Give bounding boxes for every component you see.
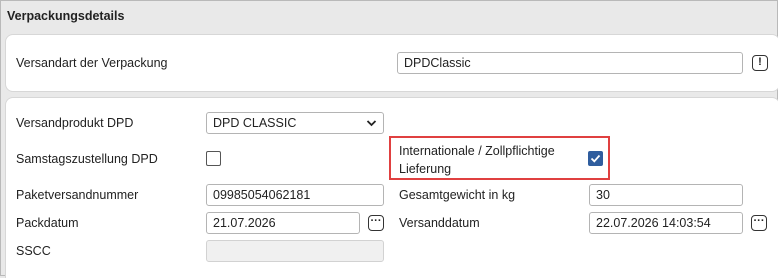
chevron-down-icon	[366, 113, 377, 140]
sscc-field	[206, 240, 384, 262]
packaging-details-panel: Verpackungsdetails Versandart der Verpac…	[0, 0, 778, 278]
versandprodukt-value: DPD CLASSIC	[213, 116, 297, 130]
paketnummer-label: Paketversandnummer	[16, 188, 139, 202]
ellipsis-icon[interactable]: ···	[368, 215, 384, 231]
samstag-label: Samstagszustellung DPD	[16, 152, 158, 166]
versandprodukt-label: Versandprodukt DPD	[16, 116, 134, 130]
shipping-method-field[interactable]	[397, 52, 743, 74]
ellipsis-icon[interactable]: ···	[751, 215, 767, 231]
versandprodukt-select[interactable]: DPD CLASSIC	[206, 112, 384, 134]
international-label-line1: Internationale / Zollpflichtige	[399, 144, 555, 158]
versanddatum-field[interactable]	[589, 212, 743, 234]
shipping-method-label: Versandart der Verpackung	[16, 56, 168, 70]
gewicht-label: Gesamtgewicht in kg	[399, 188, 516, 202]
sscc-label: SSCC	[16, 244, 51, 258]
international-checkbox[interactable]	[588, 151, 603, 166]
versanddatum-label: Versanddatum	[399, 216, 480, 230]
paketnummer-field[interactable]	[206, 184, 384, 206]
packdatum-label: Packdatum	[16, 216, 79, 230]
gewicht-field[interactable]	[589, 184, 743, 206]
exclamation-icon[interactable]: !	[752, 55, 768, 71]
international-label-line2: Lieferung	[399, 162, 452, 176]
samstag-checkbox[interactable]	[206, 151, 221, 166]
section-title: Verpackungsdetails	[7, 9, 125, 23]
checkmark-icon	[590, 154, 601, 163]
packdatum-field[interactable]	[206, 212, 360, 234]
